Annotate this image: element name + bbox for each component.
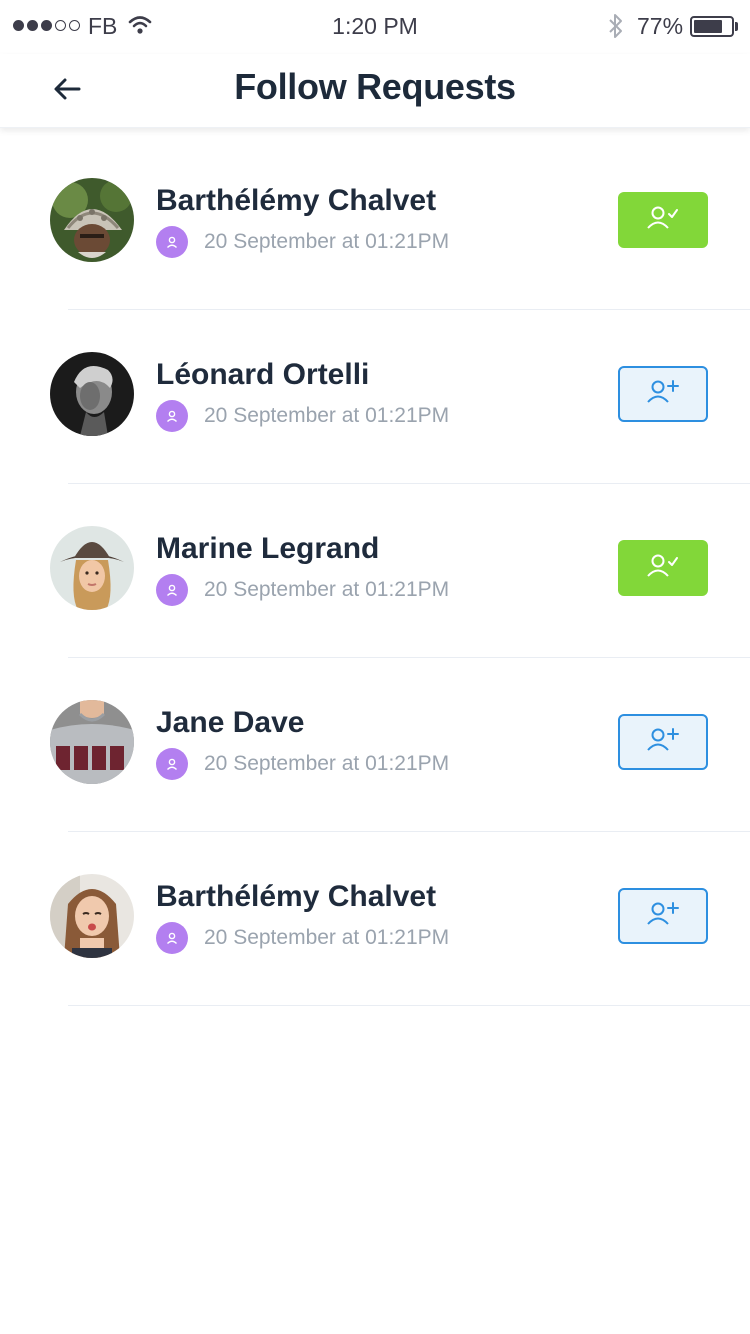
user-icon: [156, 922, 188, 954]
user-plus-icon: [645, 900, 681, 933]
avatar[interactable]: [50, 526, 134, 610]
avatar[interactable]: [50, 874, 134, 958]
request-row[interactable]: Barthélémy Chalvet 20 September at 01:21P…: [0, 136, 750, 310]
user-plus-icon: [645, 726, 681, 759]
request-row[interactable]: Jane Dave 20 September at 01:21PM: [0, 658, 750, 832]
accept-request-button[interactable]: [618, 888, 708, 944]
page-title: Follow Requests: [234, 66, 516, 107]
battery-nub: [735, 22, 738, 31]
user-name: Jane Dave: [156, 706, 305, 739]
request-time: 20 September at 01:21PM: [204, 752, 450, 775]
request-row[interactable]: Léonard Ortelli 20 September at 01:21PM: [0, 310, 750, 484]
nav-header: Follow Requests: [0, 54, 750, 128]
user-icon: [156, 748, 188, 780]
request-row[interactable]: Marine Legrand 20 September at 01:21PM: [0, 484, 750, 658]
battery-percent: 77%: [637, 13, 684, 39]
request-time: 20 September at 01:21PM: [204, 230, 450, 253]
user-icon: [156, 574, 188, 606]
request-row[interactable]: Barthélémy Chalvet 20 September at 01:21P…: [0, 832, 750, 1006]
status-bar: FB 1:20 PM 77%: [0, 0, 750, 54]
user-check-icon: [645, 204, 681, 237]
user-check-icon: [645, 552, 681, 585]
user-name: Barthélémy Chalvet: [156, 184, 437, 217]
accepted-button[interactable]: [618, 192, 708, 248]
accept-request-button[interactable]: [618, 714, 708, 770]
user-name: Barthélémy Chalvet: [156, 880, 437, 913]
accept-request-button[interactable]: [618, 366, 708, 422]
user-icon: [156, 226, 188, 258]
battery-icon: [690, 16, 734, 37]
request-time: 20 September at 01:21PM: [204, 926, 450, 949]
avatar[interactable]: [50, 178, 134, 262]
request-time: 20 September at 01:21PM: [204, 404, 450, 427]
bluetooth-icon: [606, 12, 626, 45]
request-time: 20 September at 01:21PM: [204, 578, 450, 601]
avatar[interactable]: [50, 352, 134, 436]
row-divider: [68, 1005, 750, 1006]
avatar[interactable]: [50, 700, 134, 784]
battery-fill: [694, 20, 722, 33]
user-plus-icon: [645, 378, 681, 411]
follow-request-list: Barthélémy Chalvet 20 September at 01:21P…: [0, 136, 750, 1006]
user-name: Marine Legrand: [156, 532, 380, 565]
user-name: Léonard Ortelli: [156, 358, 370, 391]
accepted-button[interactable]: [618, 540, 708, 596]
user-icon: [156, 400, 188, 432]
